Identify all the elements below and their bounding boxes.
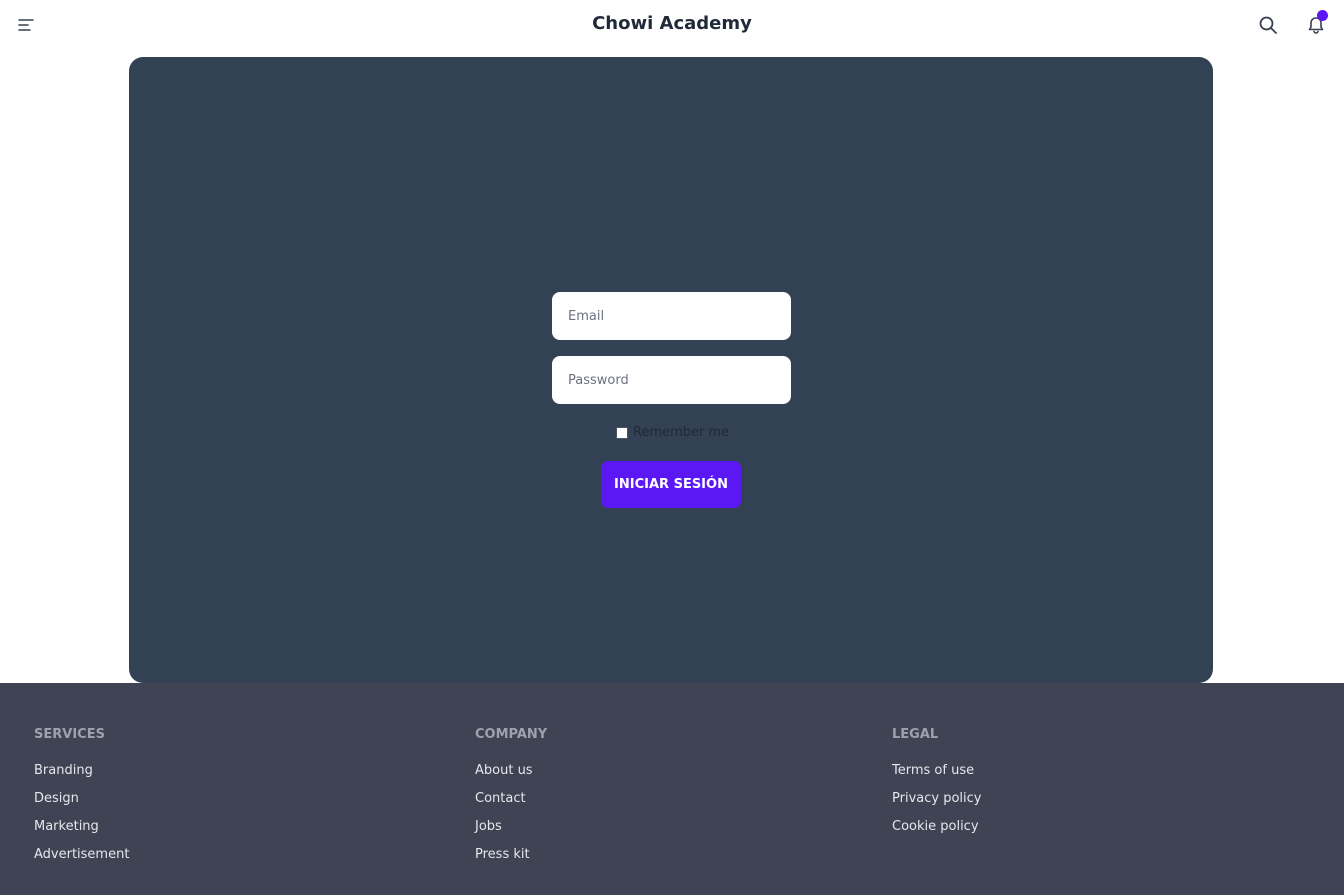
remember-label: Remember me bbox=[633, 425, 730, 440]
footer-link-contact[interactable]: Contact bbox=[475, 791, 547, 819]
footer-legal: LEGAL Terms of use Privacy policy Cookie… bbox=[892, 727, 981, 847]
notification-badge bbox=[1317, 10, 1328, 21]
footer-link-privacy-policy[interactable]: Privacy policy bbox=[892, 791, 981, 819]
navbar: Chowi Academy bbox=[0, 0, 1344, 50]
email-field[interactable] bbox=[552, 292, 791, 340]
footer-link-branding[interactable]: Branding bbox=[34, 763, 129, 791]
footer-link-design[interactable]: Design bbox=[34, 791, 129, 819]
footer-link-about-us[interactable]: About us bbox=[475, 763, 547, 791]
footer-heading-company: COMPANY bbox=[475, 727, 548, 742]
login-button[interactable]: INICIAR SESIÓN bbox=[601, 461, 741, 508]
footer-heading-services: SERVICES bbox=[34, 727, 105, 742]
footer-link-marketing[interactable]: Marketing bbox=[34, 819, 129, 847]
remember-me[interactable]: Remember me bbox=[616, 425, 729, 440]
footer-company: COMPANY About us Contact Jobs Press kit bbox=[475, 727, 547, 875]
footer-link-press-kit[interactable]: Press kit bbox=[475, 847, 547, 875]
search-button[interactable] bbox=[1252, 9, 1284, 41]
footer-services: SERVICES Branding Design Marketing Adver… bbox=[34, 727, 129, 875]
footer: SERVICES Branding Design Marketing Adver… bbox=[0, 683, 1344, 895]
brand-title[interactable]: Chowi Academy bbox=[0, 13, 1344, 34]
remember-checkbox[interactable] bbox=[616, 426, 628, 439]
footer-link-cookie-policy[interactable]: Cookie policy bbox=[892, 819, 981, 847]
password-field[interactable] bbox=[552, 356, 791, 404]
footer-link-jobs[interactable]: Jobs bbox=[475, 819, 547, 847]
footer-link-terms-of-use[interactable]: Terms of use bbox=[892, 763, 981, 791]
search-icon bbox=[1259, 16, 1277, 34]
notifications-button[interactable] bbox=[1300, 9, 1332, 41]
footer-heading-legal: LEGAL bbox=[892, 727, 939, 742]
footer-link-advertisement[interactable]: Advertisement bbox=[34, 847, 129, 875]
